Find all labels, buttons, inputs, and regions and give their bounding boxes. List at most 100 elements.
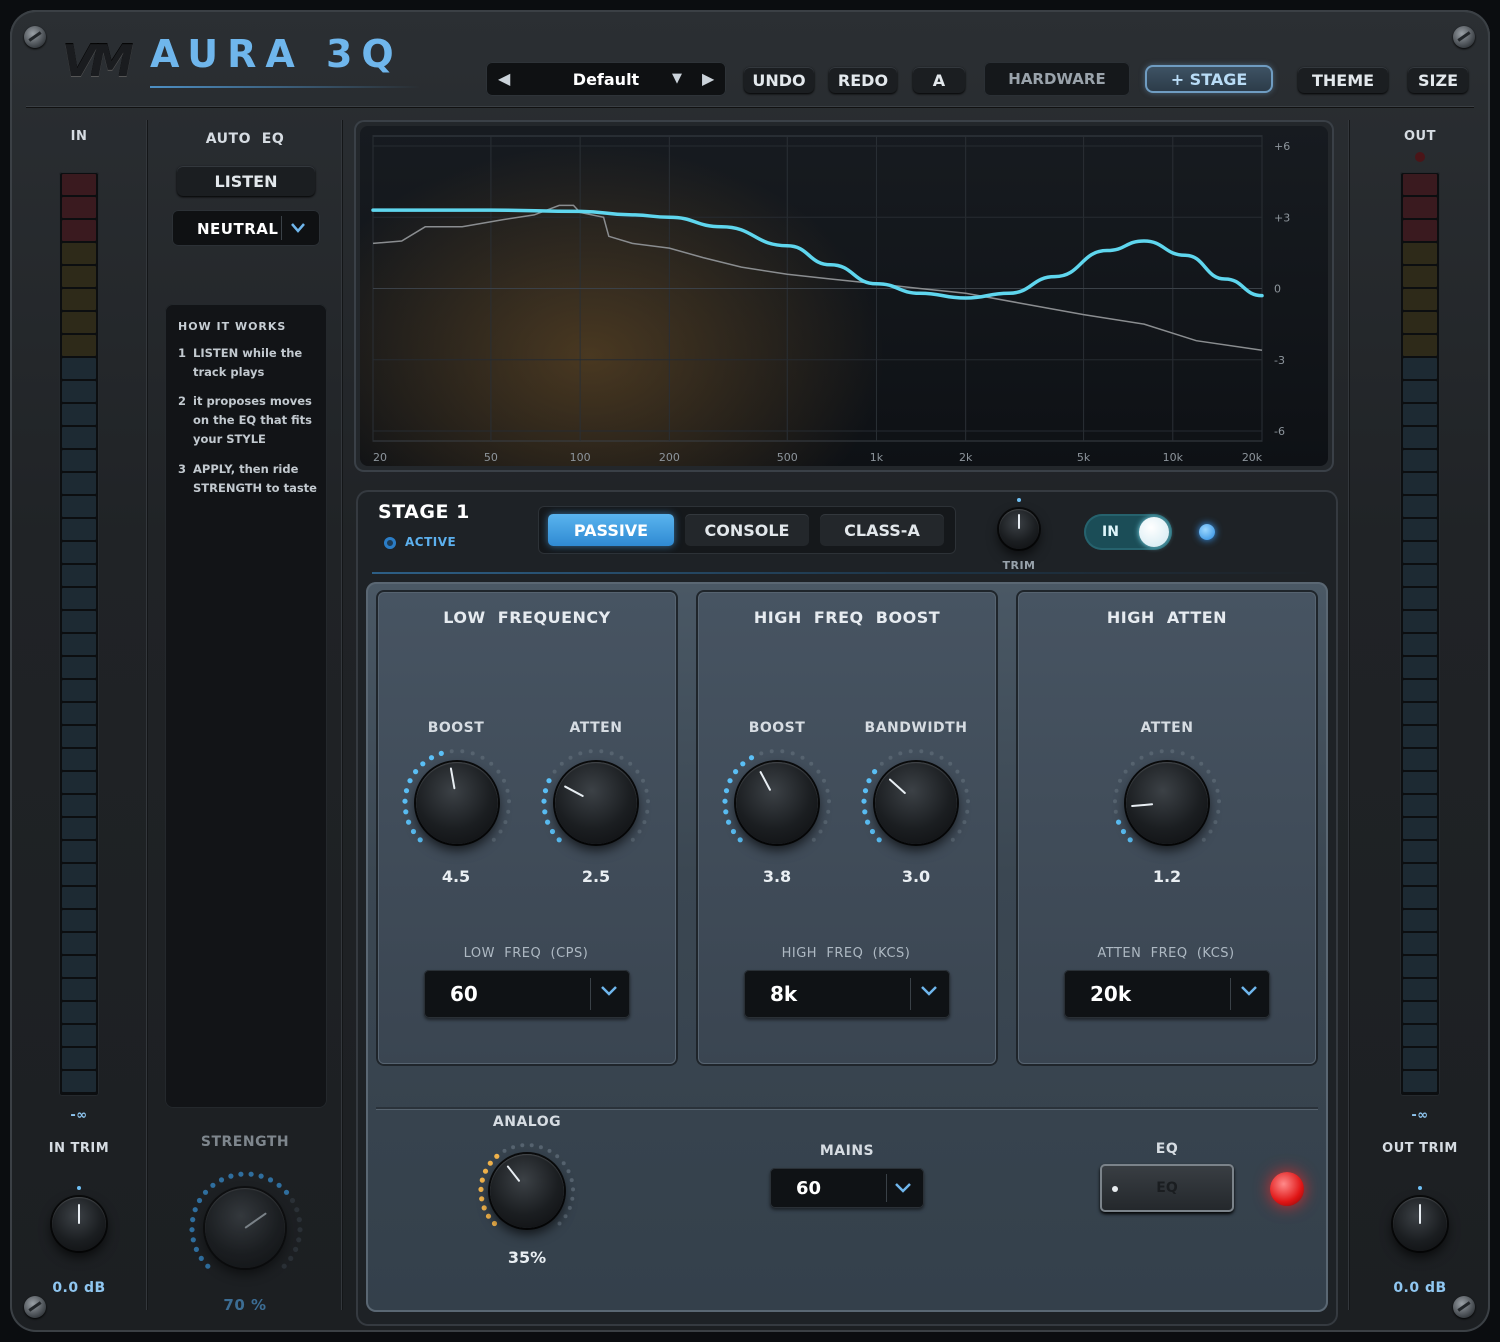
knob-ring-dot <box>568 755 573 760</box>
knob-ring-dot <box>1123 769 1128 774</box>
knob-ring-dot <box>563 1214 568 1219</box>
dropdown-divider <box>910 978 911 1010</box>
knob-ring-dot <box>491 1220 498 1227</box>
knob-ring-dot <box>723 788 730 794</box>
knob-ring-dot <box>862 809 868 815</box>
hf-boost-knob[interactable] <box>736 762 818 844</box>
knob-ring-dot <box>1116 819 1122 825</box>
knob-ring-dot <box>428 755 435 761</box>
knob-ring-dot <box>722 798 728 804</box>
high-freq-value: 8k <box>770 982 798 1006</box>
knob-ring-dot <box>929 751 934 756</box>
knob-ring-dot <box>1120 828 1127 835</box>
knob-ring-dot <box>588 749 593 754</box>
knob-ring-dot <box>964 788 969 793</box>
knob-ring-dot <box>578 751 583 756</box>
knob-ring-dot <box>549 828 556 835</box>
knob-ring-dot <box>823 820 828 825</box>
lf-atten-knob[interactable] <box>555 762 637 844</box>
knob-ring-dot <box>962 820 967 825</box>
knob-ring-dot <box>1216 809 1221 814</box>
knob-ring-dot <box>542 788 549 794</box>
knob-ring-dot <box>406 819 412 825</box>
chevron-down-icon[interactable] <box>600 982 618 1000</box>
knob-ring-dot <box>503 820 508 825</box>
hf-bandwidth-value: 3.0 <box>901 867 931 886</box>
knob-ring-dot <box>727 778 733 784</box>
eq-status-led <box>1270 1172 1304 1206</box>
high-freq-label: HIGH FREQ (KCS) <box>781 946 911 961</box>
lf-boost-knob[interactable] <box>416 762 498 844</box>
atten-freq-value: 20k <box>1090 982 1132 1006</box>
hf-atten-knob[interactable] <box>1126 762 1208 844</box>
knob-ring-dot <box>491 837 496 842</box>
knob-ring-dot <box>800 755 805 760</box>
knob-ring-dot <box>449 749 454 754</box>
knob-ring-dot <box>470 751 475 756</box>
hf-atten-value: 1.2 <box>1152 867 1182 886</box>
knob-ring-dot <box>496 769 501 774</box>
knob-ring-dot <box>939 755 944 760</box>
knob-ring-dot <box>630 837 635 842</box>
knob-ring-dot <box>876 837 882 843</box>
knob-ring-dot <box>1114 788 1119 793</box>
atten-freq-dropdown[interactable]: 20k <box>1064 970 1270 1018</box>
high-freq-dropdown[interactable]: 8k <box>744 970 950 1018</box>
hf-bandwidth-knob[interactable] <box>875 762 957 844</box>
knob-ring-dot <box>957 829 962 834</box>
knob-ring-dot <box>557 1221 562 1226</box>
knob-ring-dot <box>898 751 903 756</box>
knob-ring-dot <box>827 799 831 804</box>
knob-ring-dot <box>571 1187 575 1192</box>
eq-bypass-button[interactable]: EQ <box>1100 1164 1234 1212</box>
knob-rings <box>402 749 1221 1227</box>
chevron-down-icon[interactable] <box>920 982 938 1000</box>
knob-ring-dot <box>566 1169 571 1174</box>
knob-ring-dot <box>869 828 876 835</box>
knob-ring-dot <box>748 755 755 761</box>
knob-ring-dot <box>556 837 562 843</box>
chevron-down-icon[interactable] <box>894 1179 912 1197</box>
knob-ring-dot <box>790 751 795 756</box>
knob-ring-dot <box>861 798 867 804</box>
knob-ring-dot <box>1213 820 1218 825</box>
analog-knob[interactable] <box>490 1154 564 1228</box>
knob-ring-dot <box>1190 755 1195 760</box>
knob-ring-dot <box>950 837 955 842</box>
knob-ring-dot <box>1113 809 1118 814</box>
dropdown-divider <box>1230 978 1231 1010</box>
knob-ring-dot <box>737 837 743 843</box>
knob-ring-dot <box>479 1177 485 1183</box>
knob-ring-dot <box>542 809 548 815</box>
knob-ring-dot <box>1199 761 1204 766</box>
knob-ring-dot <box>1113 799 1117 804</box>
eq-label: EQ <box>1155 1141 1179 1157</box>
knob-ring-dot <box>1170 749 1175 754</box>
knob-ring-dot <box>529 1143 534 1148</box>
knob-ring-dot <box>502 778 506 783</box>
low-freq-dropdown[interactable]: 60 <box>424 970 630 1018</box>
knob-ring-dot <box>546 778 552 784</box>
knob-ring-dot <box>865 819 871 825</box>
mains-dropdown[interactable]: 60 <box>770 1168 924 1208</box>
knob-ring-dot <box>1217 799 1221 804</box>
knob-ring-dot <box>1118 778 1122 783</box>
knob-ring-dot <box>599 749 604 754</box>
knob-ring-dot <box>547 1148 552 1153</box>
low-freq-value: 60 <box>450 982 478 1006</box>
knob-ring-dot <box>780 749 785 754</box>
knob-ring-dot <box>1149 751 1154 756</box>
knob-ring-dot <box>825 788 830 793</box>
knob-indicator <box>1131 803 1154 808</box>
knob-ring-dot <box>908 749 913 754</box>
knob-ring-dot <box>506 809 511 814</box>
knob-ring-dot <box>961 778 965 783</box>
knob-ring-dot <box>646 799 650 804</box>
knob-ring-dot <box>645 809 650 814</box>
knob-ring-dot <box>417 837 423 843</box>
knob-ring-dot <box>485 1213 492 1219</box>
mains-value: 60 <box>796 1178 822 1199</box>
chevron-down-icon[interactable] <box>1240 982 1258 1000</box>
knob-ring-dot <box>1201 837 1206 842</box>
knob-ring-dot <box>818 829 823 834</box>
